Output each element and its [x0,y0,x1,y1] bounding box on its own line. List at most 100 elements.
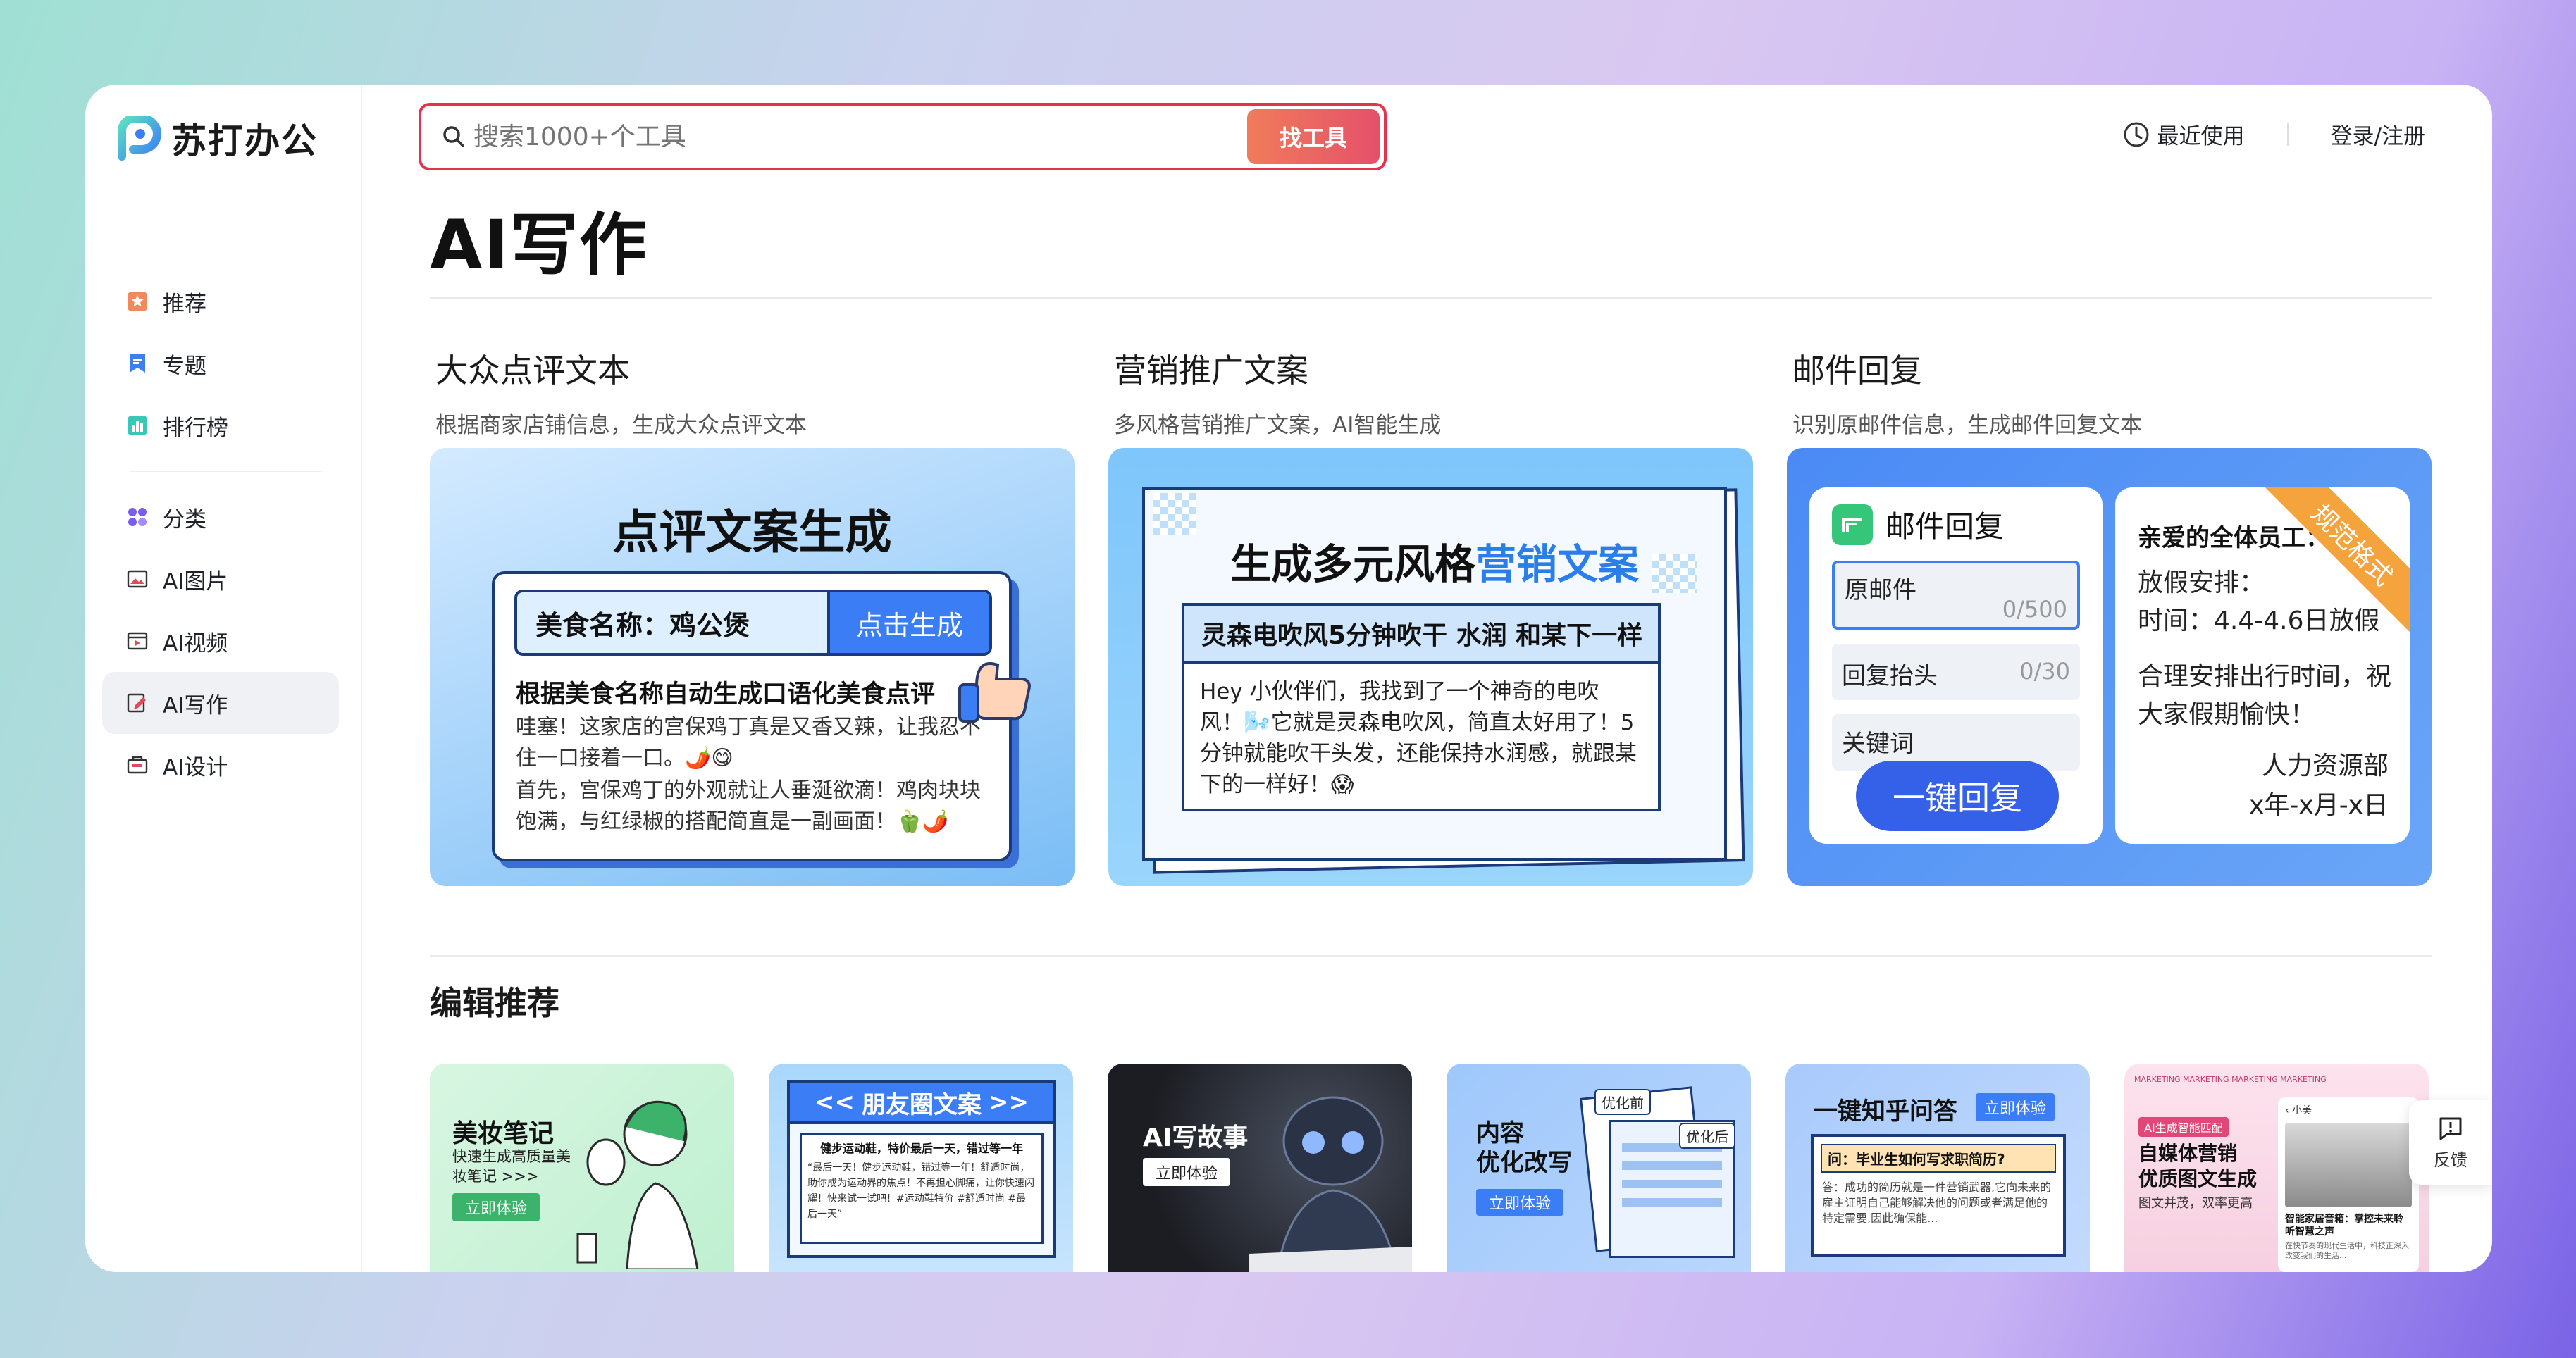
tool-card-marketing[interactable]: 营销推广文案 多风格营销推广文案，AI智能生成 生成多元风格营销文案 灵森电吹风… [1108,345,1753,886]
tile-top-text: MARKETING MARKETING MARKETING MARKETING [2134,1075,2327,1084]
recent-button[interactable]: 最近使用 [2122,118,2245,150]
tile-subtitle: 图文并茂，双率更高 [2138,1196,2253,1211]
tile-makeup-note[interactable]: 美妆笔记 快速生成高质量美妆笔记 >>> 立即体验 [430,1064,734,1272]
tile-caption: 智能家居音箱：掌控未来聆听智慧之声 [2285,1214,2403,1238]
card-desc: 多风格营销推广文案，AI智能生成 [1114,413,1442,438]
letter-line: 放假安排： [2138,568,2265,597]
tool-card-email[interactable]: 邮件回复 识别原邮件信息，生成邮件回复文本 邮件回复 原邮件 0/500 回复抬… [1787,345,2432,886]
tile-title: AI写故事 [1143,1123,1249,1152]
tile-qa-box: 问：毕业生如何写求职简历? 答：成功的简历就是一件营销武器,它向未来的雇主证明自… [1811,1134,2066,1257]
main-content: 找工具 最近使用 登录/注册 AI写作 大众点评文本 根据商家店铺信息，生成大众… [364,85,2492,1272]
logo-text: 苏打办公 [171,120,318,161]
tile-cta: 立即体验 [1143,1158,1230,1186]
logo-icon [118,116,161,161]
card-image: 邮件回复 原邮件 0/500 回复抬头 0/30 关键词 一键回复 亲爱的全体员… [1787,448,2432,886]
image-body-2: 首先，宫保鸡丁的外观就让人垂涎欲滴！鸡肉块块饱满，与红绿椒的搭配简直是一副画面！… [516,778,981,834]
sidebar-item-label: AI写作 [163,692,228,718]
tool-card-dianping[interactable]: 大众点评文本 根据商家店铺信息，生成大众点评文本 点评文案生成 美食名称：鸡公煲… [430,345,1075,886]
sidebar-item-topics[interactable]: 专题 [102,332,339,394]
tile-title: 内容 优化改写 [1476,1119,1572,1177]
clock-icon [2124,122,2149,147]
tile-title-text: 朋友圈文案 [862,1090,982,1119]
pattern-decoration [1153,493,1196,535]
image-panel: 美食名称：鸡公煲 点击生成 根据美食名称自动生成口语化美食点评 哇塞！这家店的宫… [492,571,1012,861]
header-actions: 最近使用 登录/注册 [2122,118,2425,150]
headline-part-a: 生成多元风格 [1230,540,1475,588]
tag-after: 优化后 [1679,1123,1735,1149]
design-icon [126,754,149,776]
image-panel-title: 邮件回复 [1885,509,2005,544]
sidebar-item-label: 专题 [163,353,206,379]
tile-question: 问：毕业生如何写求职简历? [1821,1144,2056,1173]
field-count: 0/500 [2002,596,2067,623]
feedback-button[interactable]: 反馈 [2409,1100,2492,1185]
sidebar-item-ai-image[interactable]: AI图片 [102,548,339,610]
tile-user: ‹ 小美 [2285,1105,2312,1116]
woman-illustration [576,1100,699,1269]
title-divider [430,297,2432,299]
tile-content-rewrite[interactable]: 内容 优化改写 立即体验 优化前 优化后 [1447,1064,1751,1272]
sidebar-item-ai-design[interactable]: AI设计 [102,734,339,796]
sidebar-item-label: AI视频 [163,630,228,656]
page-title: AI写作 [430,206,649,285]
mail-app-icon [1832,504,1873,545]
tile-ai-story[interactable]: AI写故事 立即体验 [1108,1064,1412,1272]
sidebar-item-label: AI设计 [163,754,228,780]
sidebar-item-label: AI图片 [163,568,228,594]
image-body: Hey 小伙伴们，我找到了一个神奇的电吹风！🌬️它就是灵森电吹风，简直太好用了！… [1200,679,1637,797]
app-logo[interactable]: 苏打办公 [116,113,318,163]
sidebar-item-recommend[interactable]: 推荐 [102,270,339,332]
section-title: 编辑推荐 [430,984,559,1022]
search-input[interactable] [473,122,1247,151]
app-window: 苏打办公 推荐 专题 排行榜 分类 AI图片 AI视频 AI写作 AI设计 搜索… [85,85,2492,1272]
headline-part-b: 营销文案 [1475,540,1640,588]
tile-media-marketing[interactable]: MARKETING MARKETING MARKETING MARKETING … [2124,1064,2429,1272]
header-separator [2286,123,2289,146]
field-label: 回复抬头 [1842,662,1938,690]
thumbs-up-icon [958,662,1031,723]
card-title: 邮件回复 [1792,351,1922,390]
image-button: 一键回复 [1856,761,2059,831]
field-label: 原邮件 [1845,576,1916,604]
field-count: 0/30 [2019,658,2070,685]
search-button[interactable]: 找工具 [1247,109,1380,164]
sidebar-item-label: 分类 [163,506,206,532]
tile-answer: 答：成功的简历就是一件营销武器,它向未来的雇主证明自己能够解决他的问题或者满足他… [1822,1181,2052,1225]
tile-zhihu-qa[interactable]: 一键知乎问答 立即体验 问：毕业生如何写求职简历? 答：成功的简历就是一件营销武… [1785,1064,2090,1272]
sidebar-item-label: 推荐 [163,291,206,317]
search-bar: 找工具 [419,103,1387,170]
pattern-decoration [1652,554,1697,593]
feedback-label: 反馈 [2434,1150,2467,1170]
image-subtitle: 根据美食名称自动生成口语化美食点评 [516,680,936,709]
sidebar-item-ai-video[interactable]: AI视频 [102,610,339,672]
image-headline: 生成多元风格营销文案 [1145,531,1724,590]
field-label: 关键词 [1842,730,1914,758]
tile-moments-copy[interactable]: << 朋友圈文案 >> 健步运动鞋，特价最后一天，错过等一年 “最后一天！健步运… [769,1064,1073,1272]
image-headline: 点评文案生成 [612,505,892,559]
letter-line: 时间：4.4-4.6日放假 [2138,606,2380,635]
card-image: 生成多元风格营销文案 灵森电吹风5分钟吹干 水润 和某下一样 Hey 小伙伴们，… [1108,448,1753,886]
star-icon [126,290,149,313]
sidebar-item-category[interactable]: 分类 [102,486,339,548]
image-letter-panel: 亲爱的全体员工： 放假安排： 时间：4.4-4.6日放假 合理安排出行时间，祝大… [2115,487,2410,844]
sidebar-item-ai-writing[interactable]: AI写作 [102,672,339,734]
sidebar-item-label: 排行榜 [163,415,228,441]
recent-label: 最近使用 [2157,124,2245,149]
sidebar-item-ranking[interactable]: 排行榜 [102,394,339,456]
search-icon [443,126,464,147]
pen-icon [126,692,149,714]
tile-title: 一键知乎问答 [1814,1097,1957,1126]
card-desc: 根据商家店铺信息，生成大众点评文本 [435,413,807,438]
image-bar: 灵森电吹风5分钟吹干 水润 和某下一样 [1184,606,1658,664]
image-form-panel: 邮件回复 原邮件 0/500 回复抬头 0/30 关键词 一键回复 [1809,487,2103,844]
image-body-1: 哇塞！这家店的宫保鸡丁真是又香又辣，让我忍不住一口接着一口。🌶️😋 [516,715,981,771]
login-link[interactable]: 登录/注册 [2331,118,2425,150]
tile-badge: AI生成智能匹配 [2138,1117,2229,1137]
tile-cta: 立即体验 [1976,1093,2055,1121]
tile-cta: 立即体验 [452,1193,540,1221]
bar-chart-icon [126,414,149,437]
tile-subtitle: 快速生成高质量美妆笔记 >>> [452,1148,571,1185]
sidebar-divider [130,471,323,472]
feedback-icon [2439,1117,2462,1140]
tile-box-title: 健步运动鞋，特价最后一天，错过等一年 [819,1142,1023,1155]
